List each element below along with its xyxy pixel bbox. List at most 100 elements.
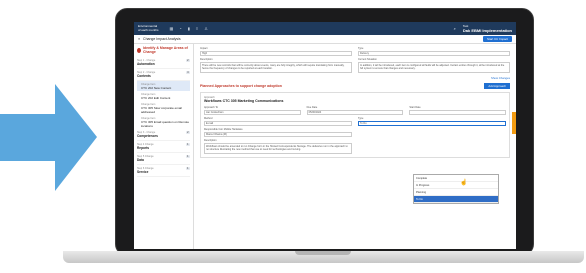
impact-label: Impact bbox=[200, 47, 208, 50]
show-changes-link[interactable]: Show Changes bbox=[200, 76, 510, 80]
type2-label: Type bbox=[358, 117, 364, 120]
sidebar-sub-item[interactable]: Change Item CTC 305 Slow corporate email … bbox=[137, 101, 190, 115]
sidebar-title: Identify & Manage Areas of Change bbox=[137, 46, 190, 54]
laptop-notch bbox=[295, 251, 351, 255]
method-label: Method bbox=[204, 117, 213, 120]
impact-field: Impact High bbox=[200, 47, 352, 56]
sidebar-sub-item[interactable]: Change Item CTC 305 Email question on Rem… bbox=[137, 115, 190, 129]
date-input[interactable]: 05/06/2024 bbox=[306, 110, 404, 115]
sidebar-step[interactable]: Step 3 - Change Competences 2 bbox=[137, 129, 190, 141]
sidebar-title-text: Identify & Manage Areas of Change bbox=[143, 46, 188, 54]
step-label: Competences bbox=[137, 134, 158, 138]
sidebar-step[interactable]: Step 5 Change Data 1 bbox=[137, 153, 190, 165]
panel-name: Workflows CTC 305 Marketing Communicatio… bbox=[204, 99, 284, 103]
step-label: Automation bbox=[137, 62, 155, 66]
laptop-frame: Environmental of each months ▦ ◔ ▮ ≡ ♙ ⌕… bbox=[63, 8, 584, 263]
sidebar-step[interactable]: Step 1 - Change Automation 2 bbox=[137, 57, 190, 69]
date-field: Due Date 05/06/2024 bbox=[306, 106, 404, 115]
start-button[interactable]: Start Ctr Impact bbox=[482, 36, 512, 42]
status-input[interactable] bbox=[409, 110, 507, 115]
status-field: Start Date bbox=[409, 106, 507, 115]
dropdown-option-selected[interactable]: To Do bbox=[414, 196, 498, 203]
notes-field: Description Workflows should be amended … bbox=[204, 139, 352, 154]
date-label: Due Date bbox=[306, 106, 318, 109]
step-count: 1 bbox=[185, 167, 190, 170]
brand-line2: of each months bbox=[138, 27, 159, 32]
current-label: Current Situation bbox=[358, 58, 377, 61]
resp-label: Responsible Con Mobile Hardware bbox=[204, 128, 243, 131]
step-label: Data bbox=[137, 158, 144, 162]
type-field: Type Delivery bbox=[358, 47, 510, 56]
alert-icon bbox=[137, 47, 142, 53]
sub-label: CTC 305 Slow corporate email addressed bbox=[141, 105, 182, 114]
page-title: Change Impact Analysis bbox=[143, 37, 181, 41]
method-field: Method E-mail bbox=[204, 117, 352, 126]
sidebar-step[interactable]: Step 4 Change Reports 1 bbox=[137, 141, 190, 153]
sub-label: CTC 202 New Content bbox=[141, 85, 172, 90]
type-select[interactable]: Delivery bbox=[358, 51, 510, 56]
resp-select[interactable]: Marcel Obama (M) bbox=[204, 132, 352, 137]
owner-select[interactable]: Jan Cockerham bbox=[204, 110, 301, 115]
brand[interactable]: Environmental of each months bbox=[138, 24, 159, 32]
feedback-tab[interactable] bbox=[512, 112, 516, 134]
current-textarea[interactable]: In addition, it will be introduced, each… bbox=[358, 62, 510, 73]
resp-row: Responsible Con Mobile Hardware Marcel O… bbox=[204, 128, 506, 137]
top-bar: Environmental of each months ▦ ◔ ▮ ≡ ♙ ⌕… bbox=[134, 22, 516, 35]
approach-panel: Approach Workflows CTC 305 Marketing Com… bbox=[200, 92, 510, 158]
notes-row: Description Workflows should be amended … bbox=[204, 139, 506, 154]
sub-label: CTC 202 Edit Content bbox=[141, 95, 171, 100]
type2-select[interactable]: To Do bbox=[358, 121, 506, 126]
resp-field: Responsible Con Mobile Hardware Marcel O… bbox=[204, 128, 352, 137]
grid-icon[interactable]: ▦ bbox=[170, 26, 174, 31]
laptop-base bbox=[63, 251, 584, 263]
sidebar-sub-item[interactable]: Change Item CTC 202 New Content bbox=[137, 81, 190, 91]
notes-label: Description bbox=[204, 139, 217, 142]
type2-field: Type To Do bbox=[358, 117, 506, 126]
desc-row: Description There will be new controls t… bbox=[200, 58, 510, 73]
add-approach-button[interactable]: Add Approach bbox=[484, 83, 510, 89]
user-icon[interactable]: ♙ bbox=[204, 26, 208, 31]
sidebar-step[interactable]: Step 2 - Change Contents 4 bbox=[137, 69, 190, 81]
bell-icon[interactable]: ◔ bbox=[179, 26, 181, 31]
stage: Environmental of each months ▦ ◔ ▮ ≡ ♙ ⌕… bbox=[0, 0, 586, 273]
desc-label: Description bbox=[200, 58, 213, 61]
list-icon[interactable]: ≡ bbox=[196, 26, 198, 31]
sidebar-step[interactable]: Step 6 Change Service 1 bbox=[137, 165, 190, 177]
menu-icon[interactable]: ≡ bbox=[138, 37, 140, 41]
dropdown-option[interactable]: In Progress bbox=[414, 182, 498, 189]
step-label: Reports bbox=[137, 146, 150, 150]
status-label: Start Date bbox=[409, 106, 421, 109]
section-title: Planned Approaches to support change ado… bbox=[200, 83, 510, 89]
sidebar: Identify & Manage Areas of Change Step 1… bbox=[134, 44, 194, 249]
method-select[interactable]: E-mail bbox=[204, 121, 352, 126]
desc-textarea[interactable]: There will be new controls that will be … bbox=[200, 62, 352, 73]
step-count: 2 bbox=[185, 59, 190, 62]
type-label: Type bbox=[358, 47, 364, 50]
step-count: 2 bbox=[185, 131, 190, 134]
section-title-text: Planned Approaches to support change ado… bbox=[200, 84, 282, 88]
arrow-right-icon bbox=[0, 84, 97, 191]
search-icon[interactable]: ⌕ bbox=[454, 26, 456, 31]
sub-label: CTC 305 Email question on Remote locatio… bbox=[141, 119, 190, 128]
org-selector[interactable]: Test Dak EBMI Implementation bbox=[463, 24, 512, 32]
step-count: 1 bbox=[185, 143, 190, 146]
cursor-icon: ☝ bbox=[460, 180, 468, 186]
notes-textarea[interactable]: Workflows should be amended to run Chang… bbox=[204, 143, 352, 154]
app-screen: Environmental of each months ▦ ◔ ▮ ≡ ♙ ⌕… bbox=[134, 22, 516, 249]
current-field: Current Situation In addition, it will b… bbox=[358, 58, 510, 73]
dropdown-option[interactable]: Complete bbox=[414, 175, 498, 182]
main-content: Impact High Type Delivery Description Th… bbox=[194, 44, 516, 249]
step-count: 4 bbox=[185, 71, 190, 74]
method-row: Method E-mail Type To Do bbox=[204, 117, 506, 126]
type-dropdown: Complete In Progress Planning To Do bbox=[413, 174, 499, 204]
step-count: 1 bbox=[185, 155, 190, 158]
impact-select[interactable]: High bbox=[200, 51, 352, 56]
owner-label: Approach To bbox=[204, 106, 218, 109]
chart-icon[interactable]: ▮ bbox=[188, 26, 190, 31]
owner-row: Approach To Jan Cockerham Due Date 05/06… bbox=[204, 106, 507, 115]
sidebar-sub-item[interactable]: Change Item CTC 202 Edit Content bbox=[137, 91, 190, 101]
dropdown-option[interactable]: Planning bbox=[414, 189, 498, 196]
app-body: Identify & Manage Areas of Change Step 1… bbox=[134, 44, 516, 249]
